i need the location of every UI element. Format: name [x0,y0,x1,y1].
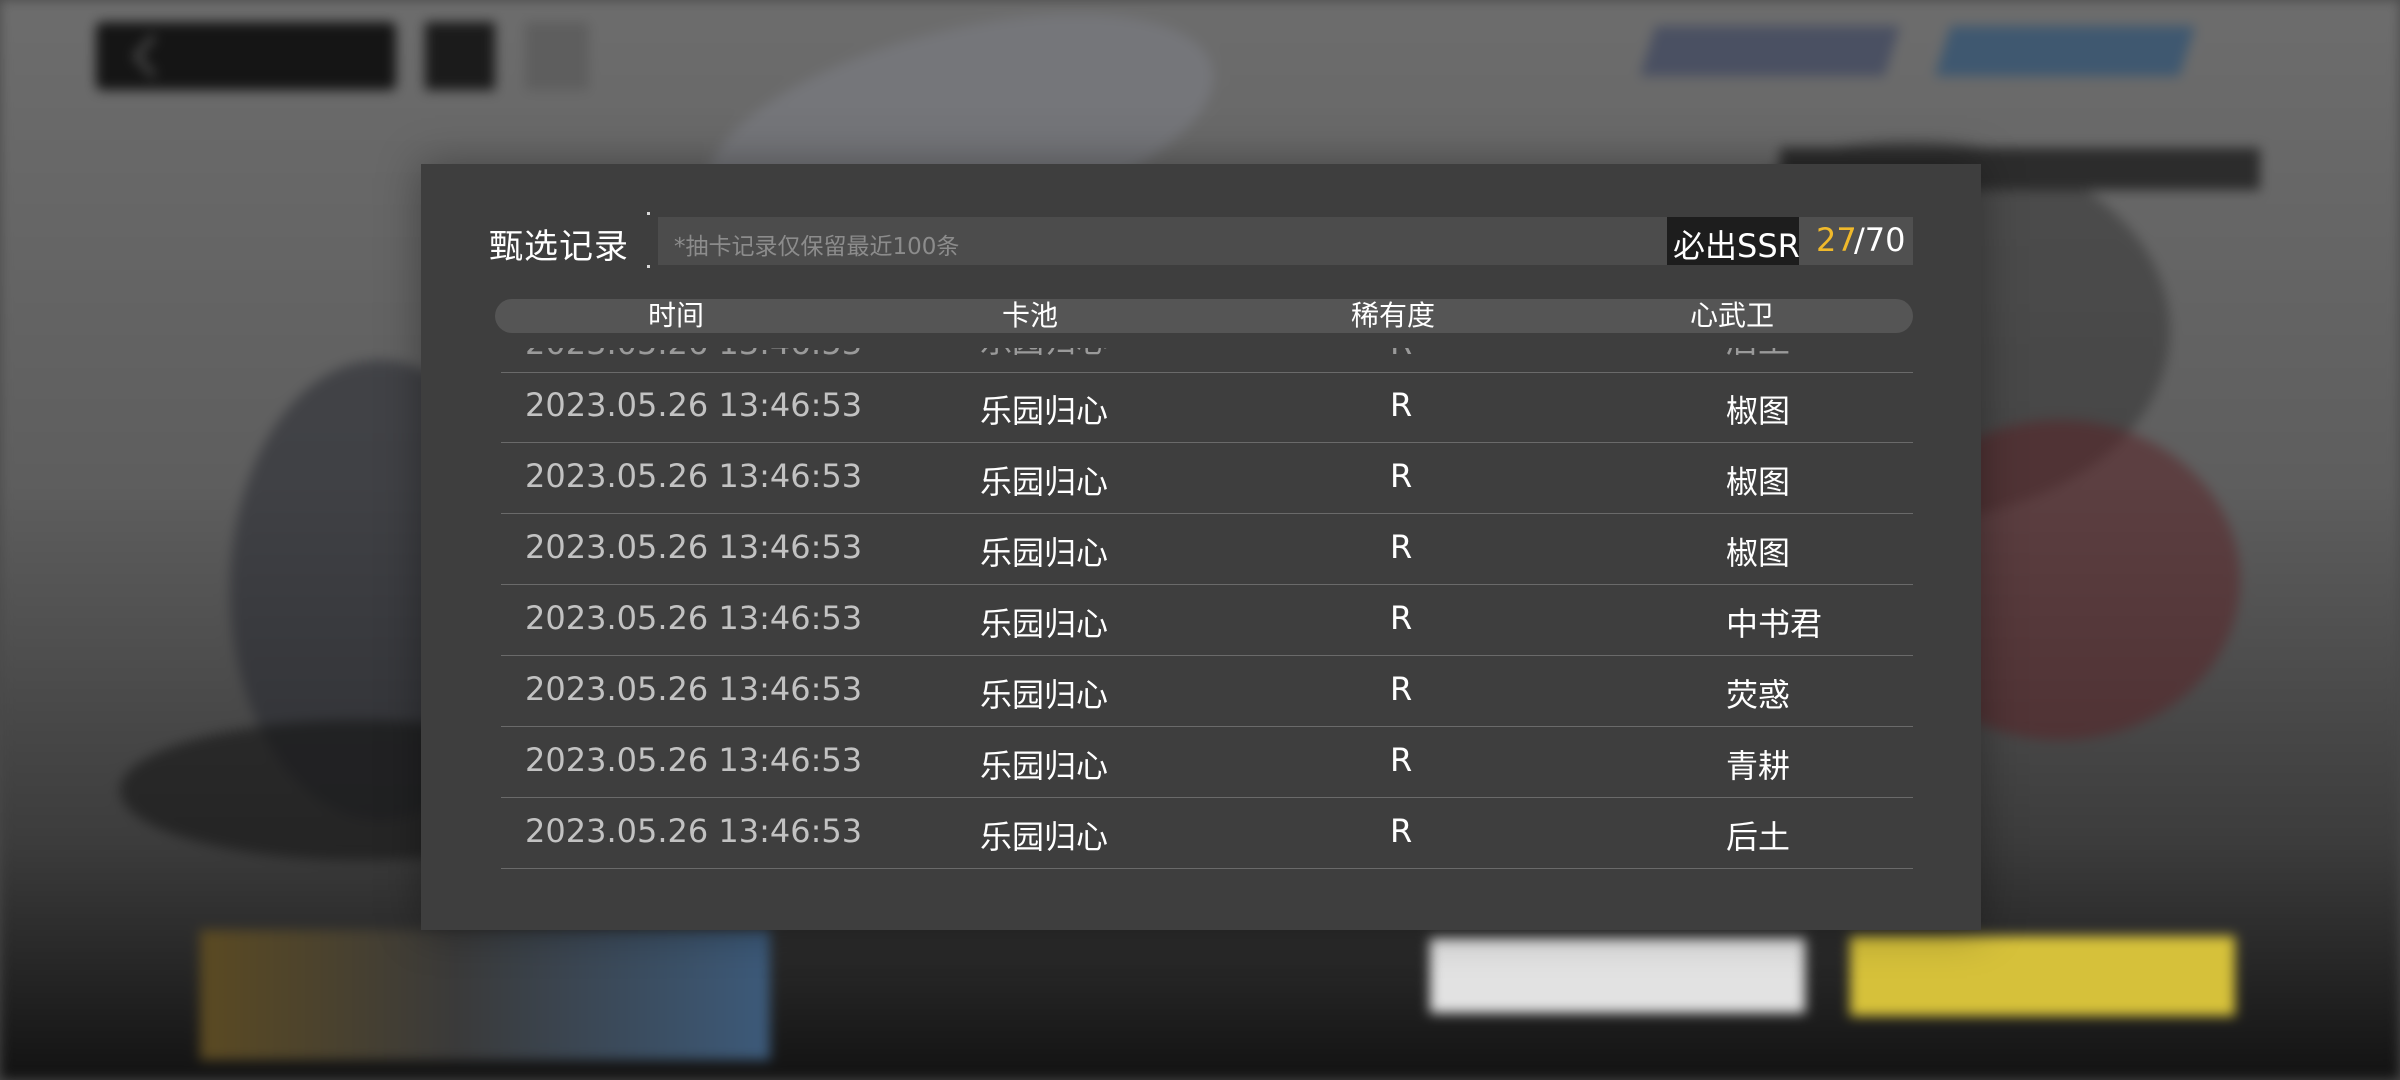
cell-hero: 中书君 [1726,605,1823,643]
draw-history-dialog: 甄选记录 *抽卡记录仅保留最近100条 必出SSR 27 /70 时间 卡池 稀… [421,164,1981,930]
table-row: 2023.05.26 13:46:53 乐园归心 R 椒图 [501,443,1913,514]
table-row: 2023.05.26 13:46:53 乐园归心 R 青耕 [501,727,1913,798]
ssr-guarantee-current: 27 [1816,221,1857,259]
history-list[interactable]: 2023.05.26 13:46:53 乐园归心 R 后土 2023.05.26… [501,348,1913,1052]
top-bar-button [525,22,589,90]
cell-hero: 青耕 [1726,747,1791,785]
dialog-title: 甄选记录 [489,227,629,267]
cell-pool: 乐园归心 [980,676,1109,714]
table-row: 2023.05.26 13:46:53 乐园归心 R 中书君 [501,585,1913,656]
back-arrow-icon [132,34,156,78]
cell-hero: 椒图 [1726,463,1791,501]
cell-rarity: R [1390,348,1412,362]
cell-pool: 乐园归心 [980,463,1109,501]
cell-rarity: R [1390,457,1413,495]
ssr-guarantee-total: /70 [1854,221,1906,259]
cell-pool: 乐园归心 [980,605,1109,643]
history-limit-note: *抽卡记录仅保留最近100条 [674,234,960,260]
cell-hero: 椒图 [1726,392,1791,430]
cell-rarity: R [1390,599,1413,637]
table-row: 2023.05.26 13:46:53 乐园归心 R 后土 [501,798,1913,869]
cell-pool: 乐园归心 [980,392,1109,430]
column-header-pool: 卡池 [1002,299,1059,332]
cell-rarity: R [1390,528,1413,566]
table-header: 时间 卡池 稀有度 心武卫 [495,299,1913,333]
back-button [96,22,396,90]
cell-hero: 荧惑 [1726,676,1791,714]
cell-rarity: R [1390,670,1413,708]
cell-rarity: R [1390,741,1413,779]
title-divider-dot [647,212,650,215]
cell-pool: 乐园归心 [980,818,1109,856]
top-bar-button [425,22,495,90]
column-header-time: 时间 [648,299,705,332]
cell-hero: 椒图 [1726,534,1791,572]
cell-time: 2023.05.26 13:46:53 [525,348,862,362]
cell-rarity: R [1390,812,1413,850]
cell-pool: 乐园归心 [980,348,1108,362]
cell-pool: 乐园归心 [980,534,1109,572]
cell-pool: 乐园归心 [980,747,1109,785]
cell-time: 2023.05.26 13:46:53 [525,812,863,850]
cell-time: 2023.05.26 13:46:53 [525,599,863,637]
cell-time: 2023.05.26 13:46:53 [525,741,863,779]
ssr-guarantee-label: 必出SSR [1673,227,1800,265]
table-row: 2023.05.26 13:46:53 乐园归心 R 椒图 [501,514,1913,585]
title-divider-dot [647,265,650,268]
column-header-rarity: 稀有度 [1351,299,1436,332]
cell-hero: 后土 [1726,348,1790,362]
cell-time: 2023.05.26 13:46:53 [525,528,863,566]
currency-display [1935,26,2195,76]
cell-time: 2023.05.26 13:46:53 [525,386,863,424]
cell-time: 2023.05.26 13:46:53 [525,457,863,495]
table-row-partial: 2023.05.26 13:46:53 乐园归心 R 后土 [501,348,1913,373]
currency-display [1640,26,1900,76]
table-row: 2023.05.26 13:46:53 乐园归心 R 椒图 [501,372,1913,443]
table-row: 2023.05.26 13:46:53 乐园归心 R 荧惑 [501,656,1913,727]
cell-time: 2023.05.26 13:46:53 [525,670,863,708]
cell-rarity: R [1390,386,1413,424]
cell-hero: 后土 [1726,818,1791,856]
column-header-hero: 心武卫 [1690,299,1775,332]
